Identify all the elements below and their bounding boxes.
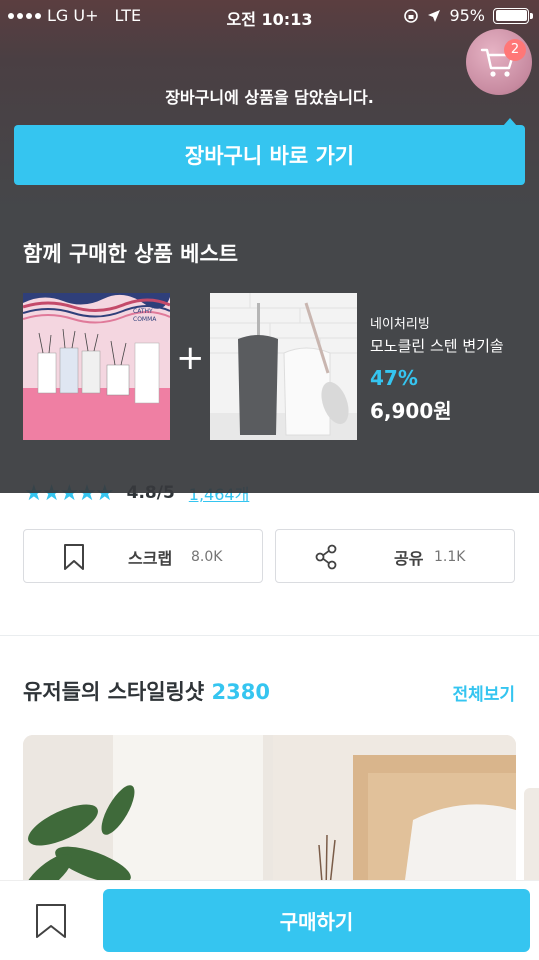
scrap-button[interactable]: 스크랩 8.0K: [23, 529, 263, 583]
cart-added-overlay: LG U+ LTE 오전 10:13 95% 2 장바구니에 상품을 담았습니다…: [0, 0, 539, 493]
share-icon: [315, 544, 337, 570]
brand-logo-mark-2: COMMA: [133, 316, 157, 323]
brand-logo-mark: CATHY: [133, 308, 153, 315]
styling-count: 2380: [211, 680, 270, 704]
styling-title: 유저들의 스타일링샷: [23, 680, 205, 704]
scrap-label: 스크랩: [128, 549, 173, 568]
rotation-lock-icon: [404, 8, 419, 23]
buy-button[interactable]: 구매하기: [103, 889, 530, 952]
styling-photo-image: [23, 735, 516, 895]
cart-added-message: 장바구니에 상품을 담았습니다.: [165, 88, 374, 107]
status-right: 95%: [403, 6, 533, 25]
plus-icon: +: [176, 338, 205, 378]
product-discount: 47%: [370, 366, 418, 390]
battery-percent: 95%: [449, 6, 485, 25]
status-bar: LG U+ LTE 오전 10:13 95%: [0, 0, 539, 30]
cart-count-badge: 2: [504, 39, 526, 61]
diffuser-product-image: CATHY COMMA: [23, 293, 170, 440]
battery-icon: [493, 7, 533, 24]
go-to-cart-button[interactable]: 장바구니 바로 가기: [14, 125, 525, 185]
share-button[interactable]: 공유 1.1K: [275, 529, 515, 583]
bookmark-icon[interactable]: [34, 903, 68, 939]
bookmark-icon: [64, 544, 84, 570]
best-together-title: 함께 구매한 상품 베스트: [23, 242, 239, 266]
section-divider: [0, 635, 539, 636]
toilet-brush-image: [210, 293, 357, 440]
styling-photo[interactable]: [23, 735, 516, 895]
share-count: 1.1K: [434, 549, 466, 565]
bottom-action-bar: 구매하기: [0, 880, 539, 960]
recommended-product-image[interactable]: [210, 293, 357, 440]
overlay-gradient: [0, 0, 539, 230]
scrap-count: 8.0K: [191, 549, 223, 565]
product-brand: 네이처리빙: [370, 317, 430, 332]
share-label: 공유: [394, 549, 424, 568]
bundle-product-image[interactable]: CATHY COMMA: [23, 293, 170, 440]
see-all-link[interactable]: 전체보기: [452, 680, 515, 705]
styling-section-title: 유저들의 스타일링샷 2380: [23, 676, 270, 706]
product-price: 6,900원: [370, 399, 452, 423]
product-name[interactable]: 모노클린 스텐 변기솔: [370, 335, 504, 356]
location-icon: [428, 9, 441, 22]
